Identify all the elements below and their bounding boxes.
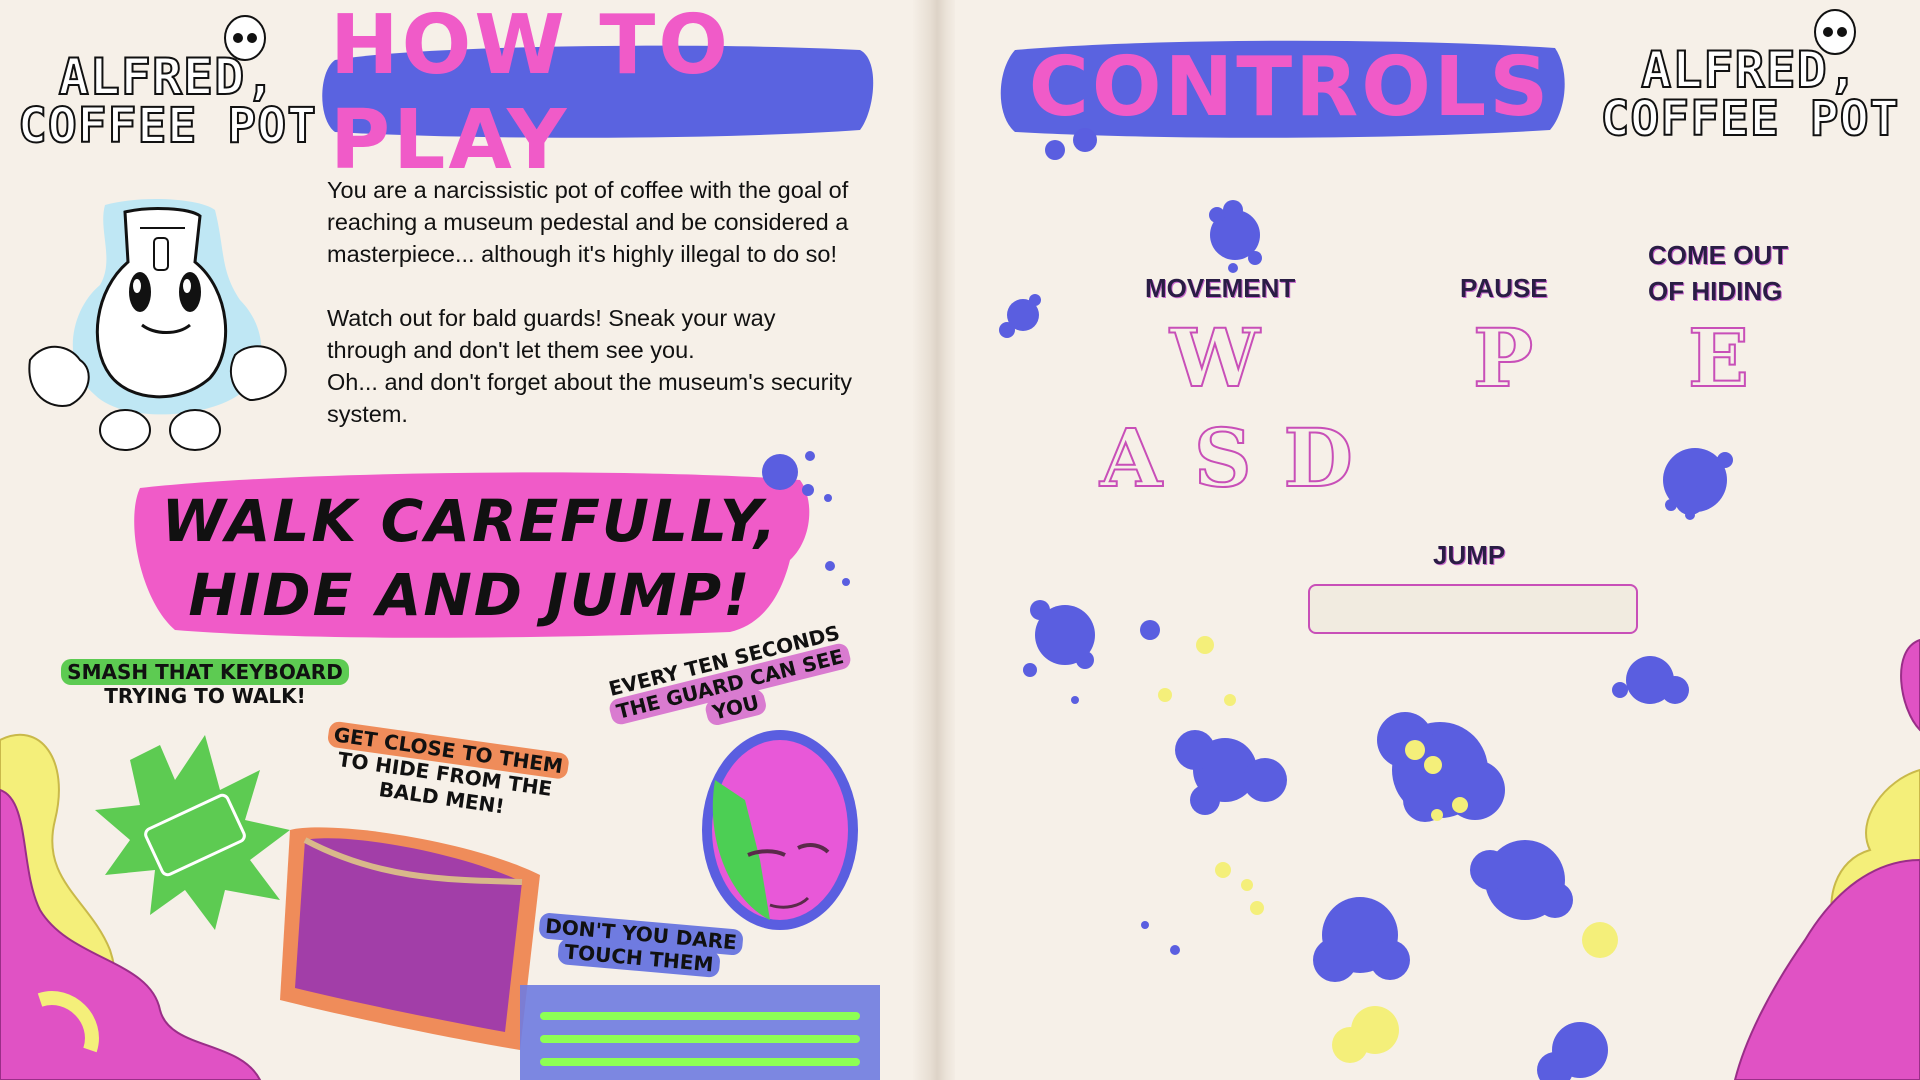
tip-keyboard: SMASH THAT KEYBOARD TRYING TO WALK! bbox=[45, 659, 365, 708]
right-page: CONTROLS ALFRED, COFFEE POT MOVEMENT W A… bbox=[955, 0, 1920, 1080]
coffee-pot-character bbox=[28, 198, 287, 451]
laser-bars bbox=[520, 985, 880, 1080]
hide-label-line-1: COME OUT bbox=[1648, 240, 1789, 270]
hide-label: COME OUT OF HIDING bbox=[1648, 237, 1788, 309]
left-page: ALFRED, COFFEE POT HOW TO PLAY You are a… bbox=[0, 0, 915, 1080]
logo-line-2: COFFEE POT bbox=[17, 98, 317, 154]
guard-head bbox=[702, 730, 858, 930]
game-logo-right: ALFRED, COFFEE POT bbox=[1590, 41, 1910, 147]
tip-keyboard-line-2: TRYING TO WALK! bbox=[104, 684, 306, 708]
logo-line-2: COFFEE POT bbox=[1600, 91, 1900, 147]
key-w: W bbox=[1169, 311, 1261, 405]
key-p: P bbox=[1472, 311, 1534, 405]
jump-label: JUMP bbox=[1433, 540, 1506, 570]
key-e: E bbox=[1687, 311, 1750, 405]
movement-label: MOVEMENT bbox=[1145, 273, 1296, 303]
pause-label: PAUSE bbox=[1460, 273, 1548, 303]
tip-keyboard-line-1: SMASH THAT KEYBOARD bbox=[61, 659, 349, 685]
keyboard-splat bbox=[95, 735, 290, 930]
intro-text: You are a narcissistic pot of coffee wit… bbox=[327, 177, 852, 427]
logo-line-1: ALFRED, bbox=[58, 48, 277, 106]
book-spine bbox=[912, 0, 958, 1080]
slogan-line-2: HIDE AND JUMP! bbox=[188, 561, 752, 629]
how-to-play-heading: HOW TO PLAY bbox=[330, 0, 731, 188]
game-logo-left: ALFRED, COFFEE POT bbox=[10, 48, 325, 154]
logo-line-1: ALFRED, bbox=[1640, 41, 1859, 99]
slogan: WALK CAREFULLY, HIDE AND JUMP! bbox=[140, 484, 800, 632]
keys-asd: A S D bbox=[1099, 411, 1355, 505]
slogan-line-1: WALK CAREFULLY, bbox=[161, 487, 779, 555]
controls-heading: CONTROLS bbox=[1028, 40, 1552, 135]
hide-label-line-2: OF HIDING bbox=[1648, 276, 1783, 306]
spacebar-key bbox=[1308, 584, 1638, 634]
